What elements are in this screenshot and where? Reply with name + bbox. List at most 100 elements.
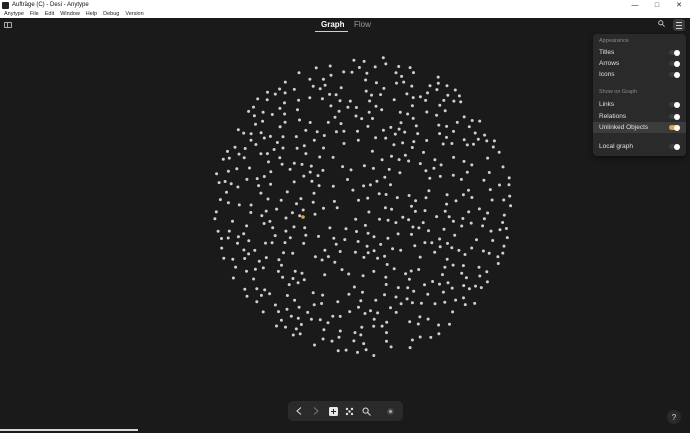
graph-node[interactable]: [227, 229, 231, 233]
graph-node[interactable]: [391, 247, 395, 251]
graph-node[interactable]: [435, 113, 439, 117]
graph-node[interactable]: [216, 229, 220, 233]
graph-node[interactable]: [242, 232, 246, 236]
graph-node[interactable]: [445, 124, 449, 128]
graph-node[interactable]: [357, 305, 360, 309]
graph-node[interactable]: [418, 255, 422, 259]
graph-node[interactable]: [437, 123, 441, 127]
graph-node[interactable]: [291, 277, 295, 280]
graph-node[interactable]: [407, 218, 411, 222]
graph-node[interactable]: [385, 331, 388, 335]
graph-node[interactable]: [366, 251, 370, 255]
graph-node[interactable]: [290, 211, 294, 215]
graph-node[interactable]: [385, 263, 389, 266]
graph-node[interactable]: [226, 236, 230, 240]
graph-node[interactable]: [271, 226, 275, 230]
graph-node[interactable]: [428, 176, 432, 180]
graph-node[interactable]: [424, 169, 428, 173]
graph-node[interactable]: [249, 132, 253, 136]
graph-node[interactable]: [308, 77, 312, 81]
graph-node[interactable]: [396, 286, 400, 290]
graph-node[interactable]: [398, 171, 402, 175]
graph-node[interactable]: [278, 156, 282, 160]
graph-node[interactable]: [296, 316, 300, 320]
graph-node[interactable]: [354, 217, 358, 221]
graph-node[interactable]: [430, 241, 434, 245]
graph-node[interactable]: [443, 300, 447, 304]
graph-node[interactable]: [357, 198, 360, 202]
graph-node[interactable]: [248, 166, 251, 170]
graph-node[interactable]: [397, 158, 401, 162]
graph-node[interactable]: [215, 172, 219, 176]
graph-node[interactable]: [380, 158, 384, 162]
graph-node[interactable]: [338, 329, 342, 333]
graph-node[interactable]: [445, 202, 449, 206]
graph-node[interactable]: [443, 209, 447, 213]
graph-node[interactable]: [285, 294, 289, 297]
graph-node[interactable]: [323, 248, 327, 252]
graph-node[interactable]: [379, 93, 383, 97]
graph-node[interactable]: [353, 250, 357, 254]
graph-node[interactable]: [475, 238, 478, 242]
graph-settings-button[interactable]: [673, 19, 685, 31]
graph-node[interactable]: [344, 348, 348, 352]
graph-node[interactable]: [226, 201, 230, 205]
graph-node[interactable]: [413, 244, 417, 248]
graph-node[interactable]: [478, 274, 482, 278]
graph-node[interactable]: [426, 292, 430, 296]
graph-node[interactable]: [372, 354, 376, 357]
graph-node[interactable]: [380, 324, 384, 328]
graph-node[interactable]: [261, 310, 265, 314]
graph-node[interactable]: [320, 302, 324, 305]
graph-node[interactable]: [478, 119, 482, 123]
graph-node[interactable]: [461, 264, 465, 268]
row-unlinked-objects[interactable]: Unlinked Objects: [593, 122, 686, 133]
graph-node[interactable]: [408, 320, 412, 324]
graph-node[interactable]: [310, 179, 314, 183]
graph-node[interactable]: [264, 209, 268, 213]
graph-node[interactable]: [312, 138, 316, 142]
graph-node[interactable]: [382, 86, 386, 90]
graph-node[interactable]: [342, 142, 346, 145]
graph-node[interactable]: [385, 320, 389, 324]
graph-node[interactable]: [407, 194, 411, 197]
graph-node[interactable]: [441, 142, 445, 146]
graph-node[interactable]: [410, 84, 414, 88]
graph-node[interactable]: [285, 190, 289, 194]
graph-node[interactable]: [318, 155, 322, 159]
graph-node[interactable]: [363, 312, 367, 315]
graph-node[interactable]: [418, 162, 422, 166]
graph-node[interactable]: [411, 116, 415, 120]
graph-node[interactable]: [371, 117, 374, 120]
graph-node[interactable]: [428, 84, 432, 88]
graph-node[interactable]: [304, 233, 308, 237]
graph-node[interactable]: [311, 200, 315, 204]
graph-node[interactable]: [326, 255, 330, 259]
graph-node[interactable]: [504, 227, 508, 230]
graph-node[interactable]: [262, 222, 266, 225]
graph-nodes[interactable]: [0, 34, 690, 431]
graph-node[interactable]: [322, 328, 326, 332]
graph-node[interactable]: [366, 231, 370, 235]
graph-node[interactable]: [476, 137, 480, 141]
graph-node[interactable]: [285, 307, 289, 311]
graph-node[interactable]: [489, 229, 493, 233]
graph-node[interactable]: [411, 225, 415, 229]
graph-node[interactable]: [237, 203, 241, 207]
graph-node[interactable]: [390, 207, 394, 211]
graph-node[interactable]: [265, 98, 269, 102]
graph-node[interactable]: [295, 202, 298, 206]
graph-node[interactable]: [264, 256, 268, 260]
graph-node[interactable]: [355, 230, 358, 233]
graph-node[interactable]: [446, 93, 450, 97]
graph-node[interactable]: [252, 105, 255, 109]
graph-node[interactable]: [284, 216, 288, 220]
graph-node[interactable]: [245, 269, 248, 273]
graph-node[interactable]: [399, 302, 403, 306]
graph-node[interactable]: [481, 249, 485, 253]
graph-node[interactable]: [331, 155, 335, 159]
graph-node[interactable]: [414, 199, 418, 203]
graph-node[interactable]: [417, 268, 421, 271]
graph-node[interactable]: [334, 242, 338, 246]
graph-node[interactable]: [418, 335, 422, 339]
